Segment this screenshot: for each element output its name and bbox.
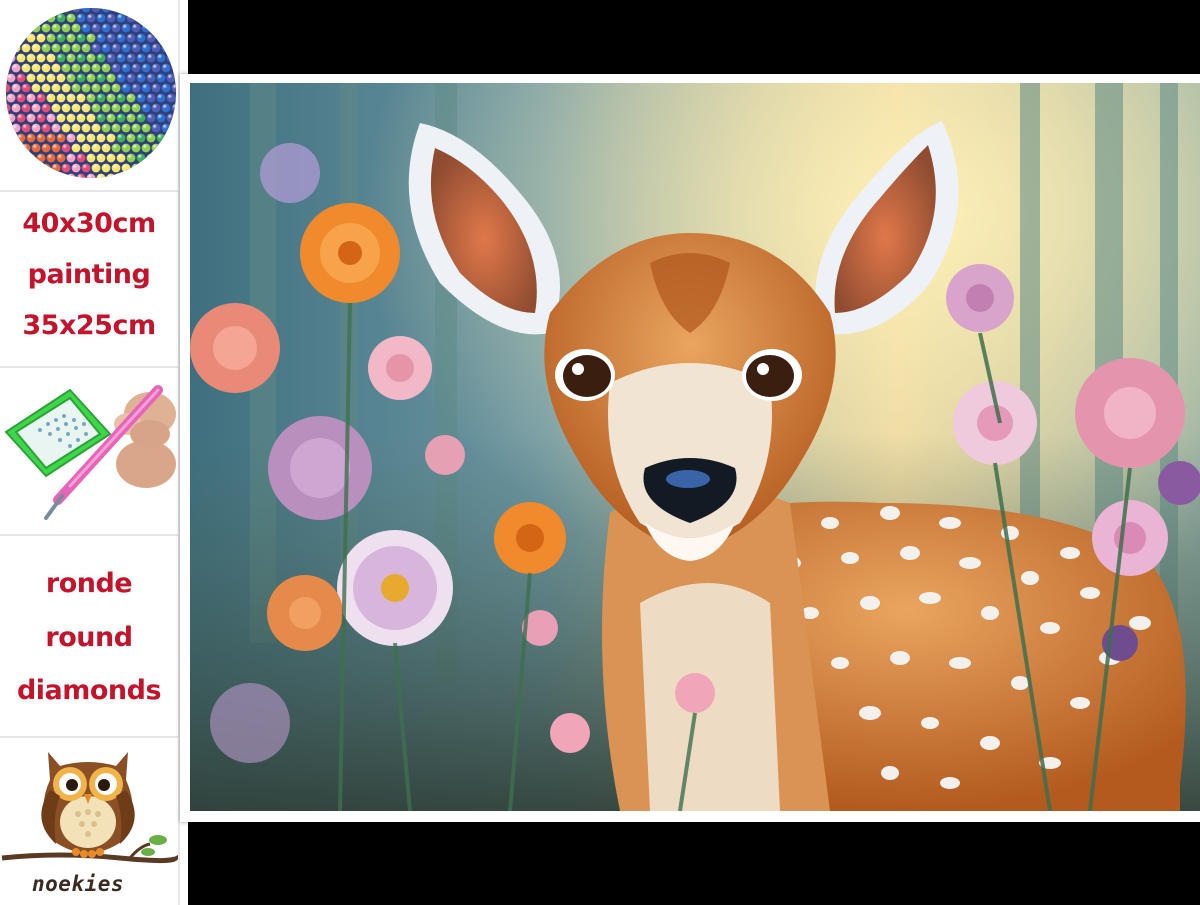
sidebar-separator (0, 190, 178, 192)
sidebar-separator (0, 534, 178, 536)
ronde-label: ronde (45, 568, 133, 599)
diamond-pen-tray-icon (0, 372, 178, 532)
diamonds-label: diamonds (16, 675, 162, 706)
top-black-band (188, 0, 1200, 74)
round-label: round (45, 622, 133, 653)
bottom-black-band (188, 822, 1200, 905)
sidebar-separator (0, 736, 178, 738)
sidebar-separator (0, 366, 178, 368)
brand-name: noekies (32, 872, 125, 896)
painting-size-label: 35x25cm (22, 310, 156, 341)
painting-label: painting (27, 259, 151, 290)
diamond-beads-closeup-icon (6, 8, 176, 178)
fawn-painting-image (190, 83, 1200, 811)
canvas-size-label: 40x30cm (22, 208, 156, 239)
info-sidebar: 40x30cm painting 35x25cm ronde round dia… (0, 0, 180, 905)
